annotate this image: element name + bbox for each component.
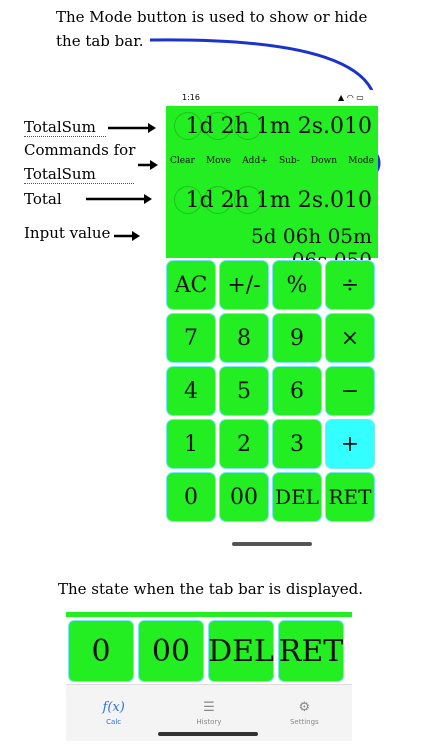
key-2[interactable]: 2 <box>219 419 269 469</box>
key-percent[interactable]: % <box>272 260 322 310</box>
calculator-display: 1d 2h 1m 2s.010 Clear Move Add+ Sub- Dow… <box>166 106 378 272</box>
totalsum-commands: Clear Move Add+ Sub- Down Mode <box>166 153 378 169</box>
key-ret[interactable]: RET <box>325 472 375 522</box>
home-indicator <box>158 732 258 736</box>
lower-key-00[interactable]: 00 <box>138 620 204 682</box>
annotation-totalsum: TotalSum <box>24 118 106 137</box>
gear-icon: ⚙ <box>298 700 311 715</box>
sub-button[interactable]: Sub- <box>279 156 300 166</box>
key-8[interactable]: 8 <box>219 313 269 363</box>
key-plus[interactable]: + <box>325 419 375 469</box>
key-1[interactable]: 1 <box>166 419 216 469</box>
key-5[interactable]: 5 <box>219 366 269 416</box>
key-del[interactable]: DEL <box>272 472 322 522</box>
status-icons: ▲ ◠ ▭ <box>338 93 364 102</box>
status-bar: 1:16 ▲ ◠ ▭ <box>166 90 378 106</box>
keypad: AC +/- % ÷ 7 8 9 × 4 5 6 − 1 2 3 + 0 00 … <box>166 260 378 524</box>
move-button[interactable]: Move <box>206 156 231 166</box>
key-9[interactable]: 9 <box>272 313 322 363</box>
key-7[interactable]: 7 <box>166 313 216 363</box>
key-4[interactable]: 4 <box>166 366 216 416</box>
tab-calc[interactable]: f(x) Calc <box>66 685 161 741</box>
totalsum-display[interactable]: 1d 2h 1m 2s.010 <box>166 114 378 140</box>
key-6[interactable]: 6 <box>272 366 322 416</box>
total-display[interactable]: 1d 2h 1m 2s.010 <box>166 188 378 214</box>
key-row-edge <box>66 612 352 617</box>
mode-button[interactable]: Mode <box>348 156 374 166</box>
clear-button[interactable]: Clear <box>170 156 195 166</box>
tab-history-label: History <box>196 718 222 726</box>
tab-settings-label: Settings <box>289 718 319 726</box>
home-indicator <box>232 542 312 546</box>
function-icon: f(x) <box>102 700 125 715</box>
key-00[interactable]: 00 <box>219 472 269 522</box>
key-multiply[interactable]: × <box>325 313 375 363</box>
list-icon: ☰ <box>203 700 215 715</box>
key-divide[interactable]: ÷ <box>325 260 375 310</box>
key-plus-minus[interactable]: +/- <box>219 260 269 310</box>
add-button[interactable]: Add+ <box>242 156 268 166</box>
input-value-display[interactable]: 5d 06h 05m 06s.050 <box>166 224 378 272</box>
annotation-commands-line2: TotalSum <box>24 165 134 184</box>
status-time: 1:16 <box>182 93 200 102</box>
key-3[interactable]: 3 <box>272 419 322 469</box>
lower-key-0[interactable]: 0 <box>68 620 134 682</box>
annotation-total: Total <box>24 190 62 208</box>
key-0[interactable]: 0 <box>166 472 216 522</box>
key-ac[interactable]: AC <box>166 260 216 310</box>
lower-key-del[interactable]: DEL <box>208 620 274 682</box>
tab-settings[interactable]: ⚙ Settings <box>257 685 352 741</box>
down-button[interactable]: Down <box>311 156 337 166</box>
annotation-input-value: Input value <box>24 224 111 242</box>
bottom-caption: The state when the tab bar is displayed. <box>58 580 364 598</box>
key-minus[interactable]: − <box>325 366 375 416</box>
lower-key-ret[interactable]: RET <box>278 620 344 682</box>
tab-bar-state-preview: 0 00 DEL RET f(x) Calc ☰ History ⚙ Setti… <box>66 612 352 742</box>
tab-calc-label: Calc <box>106 718 122 726</box>
annotation-commands-line1: Commands for <box>24 141 136 159</box>
